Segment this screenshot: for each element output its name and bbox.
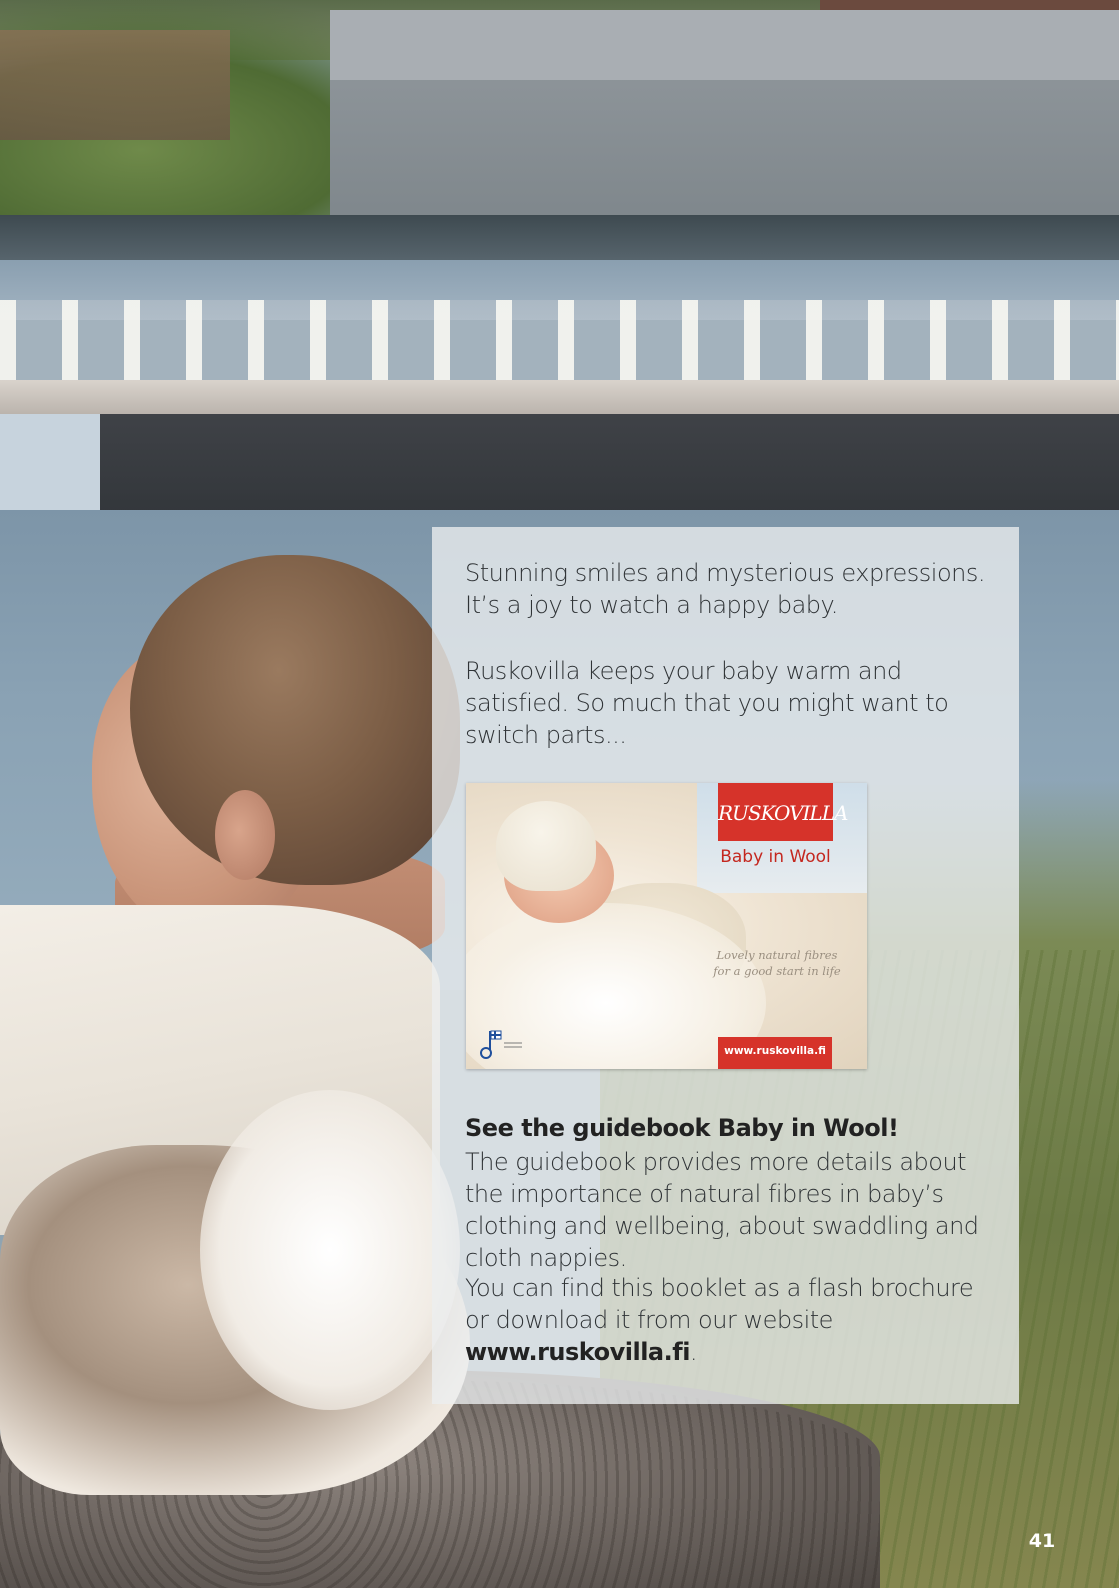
closing-period: . [689, 1338, 698, 1366]
cover-title: Baby in Wool [720, 847, 831, 867]
cover-tagline: Lovely natural fibres for a good start in… [712, 947, 842, 979]
intro-line-2: It’s a joy to watch a happy baby. [465, 591, 838, 619]
guidebook-heading: See the guidebook Baby in Wool! [465, 1114, 899, 1142]
download-paragraph: You can find this booklet as a flash bro… [465, 1272, 995, 1368]
ruskovilla-logo: RUSKOVILLA [718, 801, 848, 825]
website-link[interactable]: www.ruskovilla.fi [465, 1338, 690, 1366]
background-bridge-deck [0, 380, 1119, 416]
warmth-paragraph: Ruskovilla keeps your baby warm and sati… [465, 657, 949, 749]
man-ear [215, 790, 275, 880]
guidebook-paragraph: The guidebook provides more details abou… [465, 1148, 979, 1272]
background-warehouse-roof [330, 10, 1119, 80]
intro-line-1: Stunning smiles and mysterious expressio… [465, 559, 986, 587]
cover-url: www.ruskovilla.fi [724, 1045, 826, 1057]
cover-tagline-line-1: Lovely natural fibres [716, 948, 838, 962]
brochure-page: Stunning smiles and mysterious expressio… [0, 0, 1119, 1588]
guidebook-cover: RUSKOVILLA Baby in Wool Lovely natural f… [466, 783, 867, 1069]
background-water-left [0, 414, 100, 514]
sheepskin-fur-highlight [200, 1090, 460, 1410]
key-flag-icon [480, 1030, 522, 1059]
intro-paragraph: Stunning smiles and mysterious expressio… [465, 557, 995, 621]
background-house [0, 30, 230, 140]
page-number: 41 [1028, 1530, 1056, 1552]
cover-tagline-line-2: for a good start in life [713, 964, 841, 978]
baby-cap [496, 801, 596, 891]
download-text: You can find this booklet as a flash bro… [465, 1274, 974, 1334]
